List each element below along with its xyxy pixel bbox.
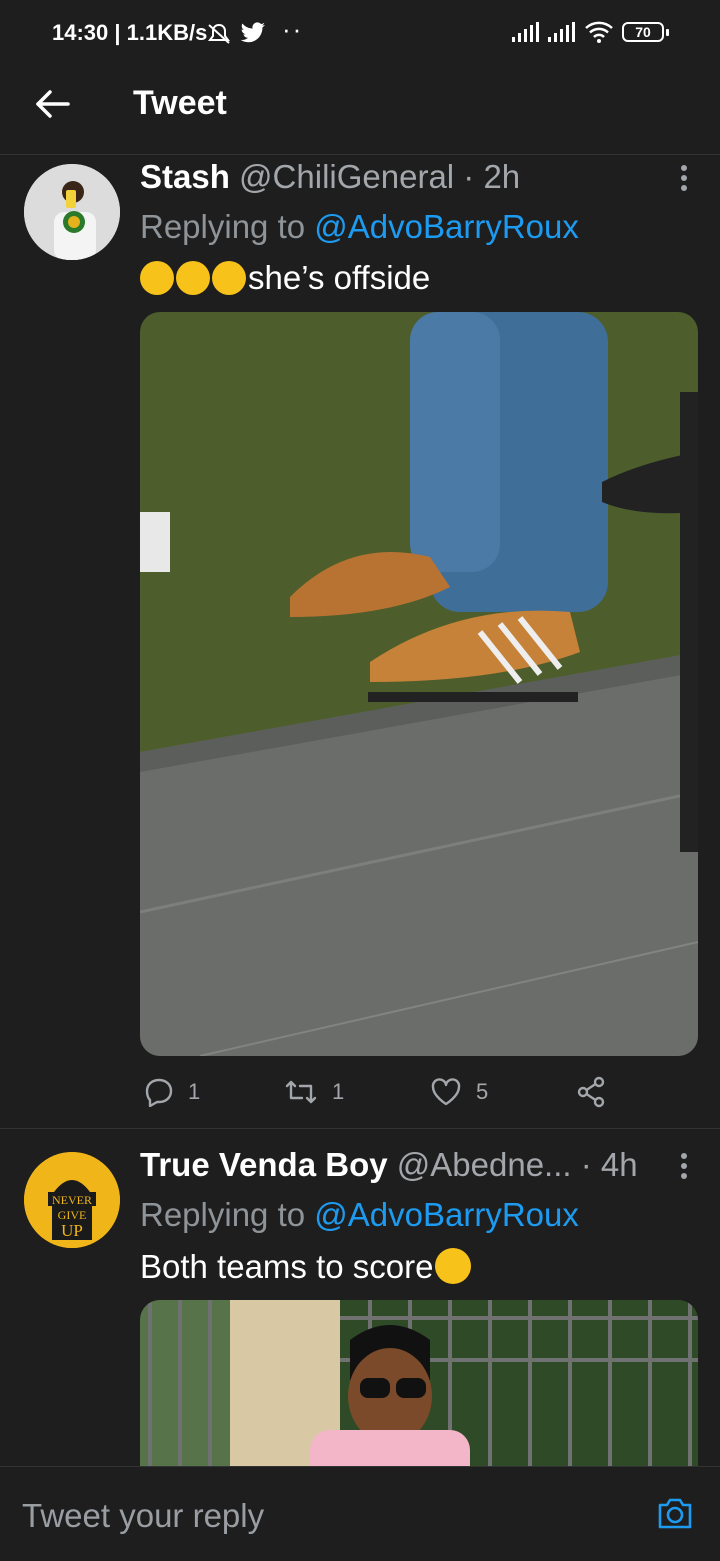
reply-bubble-icon <box>145 1078 173 1107</box>
page-title: Tweet <box>133 84 227 122</box>
tweet-body: Both teams to score <box>140 1248 434 1285</box>
status-time: 14:30 | 1.1KB/s <box>52 20 208 45</box>
author-handle: @ChiliGeneral · 2h <box>239 158 521 195</box>
status-bar: 14:30 | 1.1KB/s ·· 70 <box>0 0 720 66</box>
author-handle: @Abedne... · 4h <box>396 1146 638 1183</box>
retweet-action[interactable]: 1 <box>284 1074 344 1110</box>
more-options-icon[interactable] <box>672 160 696 200</box>
author-name: True Venda Boy <box>140 1146 388 1183</box>
author-name: Stash <box>140 158 230 195</box>
avatar-text: NEVER <box>52 1193 92 1207</box>
smile-emoji <box>435 1248 472 1284</box>
avatar-text: GIVE <box>58 1208 87 1222</box>
tweet-author[interactable]: Stash @ChiliGeneral · 2h <box>140 158 520 196</box>
share-icon[interactable] <box>576 1076 606 1108</box>
signal-icon <box>548 22 575 42</box>
avatar[interactable]: NEVER GIVE UP <box>24 1152 120 1248</box>
retweet-icon <box>285 1080 317 1104</box>
battery-indicator: 70 <box>622 22 669 42</box>
like-count: 5 <box>476 1079 489 1104</box>
replying-to-handle[interactable]: @AdvoBarryRoux <box>314 208 579 245</box>
like-action[interactable]: 5 <box>430 1074 488 1110</box>
reply-action[interactable]: 1 <box>144 1074 200 1110</box>
heart-icon <box>431 1078 461 1106</box>
tweet-author[interactable]: True Venda Boy @Abedne... · 4h <box>140 1146 638 1184</box>
back-arrow-icon[interactable] <box>32 82 76 126</box>
avatar[interactable] <box>24 164 120 260</box>
replying-to-label: Replying to <box>140 208 315 245</box>
replying-to-handle[interactable]: @AdvoBarryRoux <box>314 1196 579 1233</box>
replying-to: Replying to @AdvoBarryRoux <box>140 208 579 246</box>
more-options-icon[interactable] <box>672 1148 696 1188</box>
tweet-body: she’s offside <box>248 259 431 296</box>
rofl-emoji <box>176 261 210 295</box>
tweet-media-image[interactable] <box>140 1300 698 1466</box>
tweet-media-image[interactable] <box>140 312 698 1056</box>
retweet-count: 1 <box>332 1079 345 1104</box>
twitter-bird-icon <box>240 22 265 43</box>
replying-to-label: Replying to <box>140 1196 315 1233</box>
status-more-dots: ·· <box>282 14 304 44</box>
reply-input-placeholder[interactable]: Tweet your reply <box>22 1497 264 1535</box>
header-divider <box>0 154 720 155</box>
signal-icon <box>512 22 539 42</box>
replying-to: Replying to @AdvoBarryRoux <box>140 1196 579 1234</box>
rofl-emoji <box>212 261 246 295</box>
rofl-emoji <box>140 261 174 295</box>
reply-count: 1 <box>188 1079 201 1104</box>
tweet-divider <box>0 1128 720 1129</box>
avatar-text: UP <box>61 1221 83 1240</box>
tweet-text: Both teams to score <box>140 1248 473 1286</box>
camera-icon[interactable] <box>656 1495 694 1531</box>
tweet-text: she’s offside <box>140 259 430 297</box>
reply-composer[interactable]: Tweet your reply <box>0 1466 720 1561</box>
wifi-icon <box>585 21 613 43</box>
mute-bell-icon <box>208 23 230 44</box>
